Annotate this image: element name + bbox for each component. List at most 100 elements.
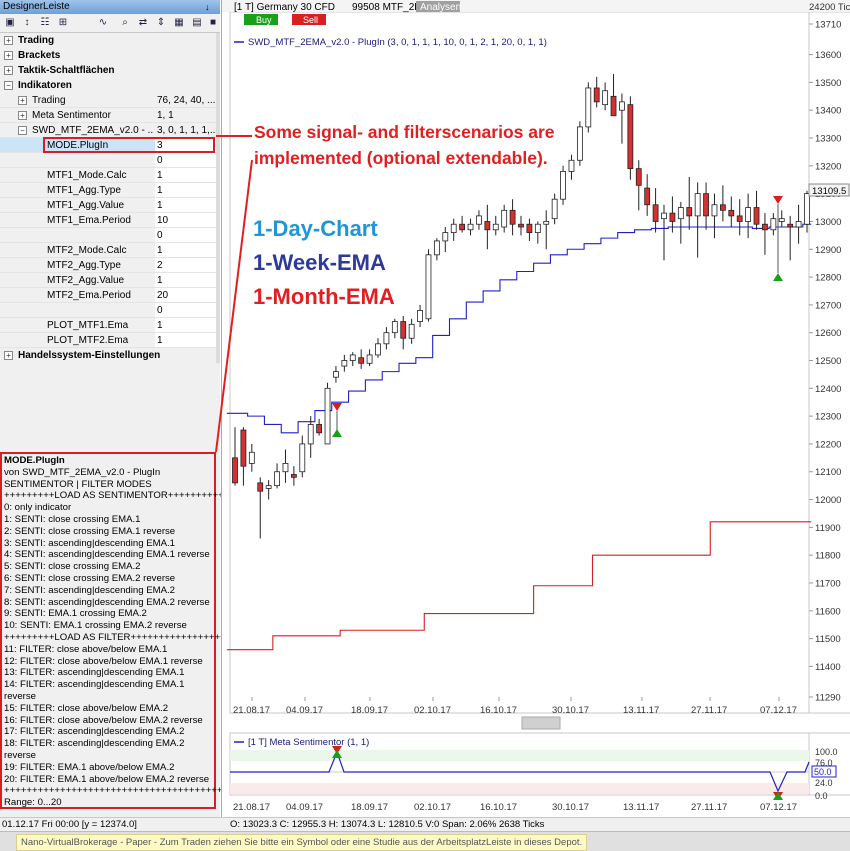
candle <box>366 354 373 364</box>
sub-zone-upper <box>230 750 809 761</box>
candle <box>560 170 566 200</box>
parameter-value[interactable]: 10 <box>155 213 216 228</box>
designer-toolbar: ▣ ↕ ☷ ⊞ ∿ ⌕ ⇄ ⇕ ▦ ▤ ■ <box>0 14 220 33</box>
parameter-value[interactable]: 0 <box>155 228 216 243</box>
parameter-value[interactable]: 1 <box>155 198 216 213</box>
parameter-label: MTF1_Agg.Value <box>47 200 125 211</box>
table-icon[interactable]: ▤ <box>190 16 204 30</box>
parameter-value[interactable]: 1 <box>155 168 216 183</box>
parameter-row[interactable]: 0 <box>0 153 216 168</box>
indicator-row[interactable]: + Trading 76, 24, 40, ... <box>0 93 216 108</box>
expand-icon[interactable]: + <box>4 36 13 45</box>
zoom-icon[interactable]: ⌕ <box>118 16 132 30</box>
candle <box>501 209 508 228</box>
parameter-value[interactable]: 1 <box>155 273 216 288</box>
y-tick-label: 11290 <box>815 693 841 704</box>
parameter-label <box>47 228 153 243</box>
x-tick-label: 07.12.17 <box>760 705 797 716</box>
description-line: 3: SENTI: ascending|descending EMA.1 <box>4 537 176 549</box>
parameter-row[interactable]: MTF2_Mode.Calc 1 <box>0 243 216 258</box>
category-row[interactable]: + Brackets <box>0 48 216 63</box>
indicator-icon[interactable]: ∿ <box>96 16 110 30</box>
parameter-label <box>47 153 153 168</box>
candle <box>728 209 735 217</box>
swap-icon[interactable]: ⇄ <box>136 16 150 30</box>
candle <box>551 198 558 220</box>
candle <box>593 87 600 103</box>
candle <box>290 474 297 478</box>
candle <box>492 223 499 231</box>
category-row[interactable]: + Taktik-Schaltflächen <box>0 63 216 78</box>
parameter-row[interactable]: MTF1_Mode.Calc 1 <box>0 168 216 183</box>
description-line: 12: FILTER: close above/below EMA.1 reve… <box>4 655 203 667</box>
view-icon[interactable]: ▦ <box>172 16 186 30</box>
parameter-description-box: MODE.PlugIn von SWD_MTF_2EMA_v2.0 - PlugI… <box>0 452 239 809</box>
parameter-row[interactable]: 0 <box>0 303 216 318</box>
property-grid-scrollbar[interactable] <box>216 33 220 363</box>
expand-icon[interactable]: + <box>4 51 13 60</box>
category-row[interactable]: + Handelssystem-Einstellungen <box>0 348 216 363</box>
y-tick-label: 12500 <box>815 356 841 367</box>
parameter-value[interactable]: 2 <box>155 258 216 273</box>
description-line: 5: SENTI: close crossing EMA.2 <box>4 561 141 573</box>
parameter-row[interactable]: MTF1_Agg.Value 1 <box>0 198 216 213</box>
candle <box>274 471 280 487</box>
candle <box>307 424 314 445</box>
candle <box>602 90 609 106</box>
parameter-row[interactable]: MTF2_Agg.Value 1 <box>0 273 216 288</box>
collapse-icon[interactable]: − <box>18 126 27 135</box>
expand-icon[interactable]: + <box>18 96 27 105</box>
expand-icon[interactable]: + <box>18 111 27 120</box>
last-price-label: 13109.5 <box>812 186 846 197</box>
parameter-value[interactable]: 1 <box>155 183 216 198</box>
parameter-row[interactable]: MTF2_Ema.Period 20 <box>0 288 216 303</box>
parameter-row[interactable]: PLOT_MTF1.Ema 1 <box>0 318 216 333</box>
property-grid: + Trading + Brackets + Taktik-Schaltflächen − I… <box>0 33 216 363</box>
candle <box>669 212 676 222</box>
parameter-row[interactable]: MTF1_Ema.Period 10 <box>0 213 216 228</box>
parameter-row[interactable]: MTF1_Agg.Type 1 <box>0 183 216 198</box>
parameter-row[interactable]: 0 <box>0 228 216 243</box>
y-tick-label: 12800 <box>815 273 841 284</box>
description-line: 17: FILTER: ascending|descending EMA.2 <box>4 726 185 738</box>
collapse-icon[interactable]: − <box>4 81 13 90</box>
candle <box>534 223 541 233</box>
indicator-row[interactable]: + Meta Sentimentor 1, 1 <box>0 108 216 123</box>
designer-icon[interactable]: ▣ <box>3 16 17 30</box>
expand-icon[interactable]: ⊞ <box>56 16 70 30</box>
indicator-value[interactable]: 1, 1 <box>155 108 216 123</box>
chart-scrollbar-thumb[interactable] <box>521 716 561 730</box>
grid-icon[interactable]: ☷ <box>38 16 52 30</box>
category-label: Trading <box>18 35 55 46</box>
indicator-value[interactable]: 76, 24, 40, ... <box>155 93 216 108</box>
annotation-month-ema: 1-Month-EMA <box>253 284 395 309</box>
category-row[interactable]: + Trading <box>0 33 216 48</box>
parameter-value[interactable]: 0 <box>155 303 216 318</box>
y-tick-label: 11600 <box>815 606 841 617</box>
expand-icon[interactable]: + <box>4 351 13 360</box>
description-line: 19: FILTER: EMA.1 above/below EMA.2 <box>4 761 175 773</box>
sort-icon[interactable]: ↕ <box>20 16 34 30</box>
candle <box>459 223 466 231</box>
parameter-value[interactable]: 20 <box>155 288 216 303</box>
description-line: 15: FILTER: close above/below EMA.2 <box>4 702 169 714</box>
pin-icon[interactable]: ↓ <box>205 0 215 14</box>
parameter-label: MTF2_Mode.Calc <box>47 245 127 256</box>
pin-icon[interactable]: ■ <box>206 16 220 30</box>
indicator-value[interactable]: 3, 0, 1, 1, 1,... <box>155 123 216 138</box>
arrows-icon[interactable]: ⇕ <box>154 16 168 30</box>
candle <box>703 193 709 217</box>
parameter-value[interactable]: 1 <box>155 333 216 348</box>
category-row[interactable]: − Indikatoren <box>0 78 216 93</box>
parameter-value[interactable]: 1 <box>155 318 216 333</box>
indicator-row[interactable]: − SWD_MTF_2EMA_v2.0 - ... 3, 0, 1, 1, 1,..… <box>0 123 216 138</box>
parameter-value[interactable]: 1 <box>155 243 216 258</box>
parameter-row[interactable]: MTF2_Agg.Type 2 <box>0 258 216 273</box>
parameter-value[interactable]: 0 <box>155 153 216 168</box>
y-tick-label: 13500 <box>815 78 841 89</box>
price-panel[interactable] <box>229 11 810 714</box>
expand-icon[interactable]: + <box>4 66 13 75</box>
parameter-row[interactable]: PLOT_MTF2.Ema 1 <box>0 333 216 348</box>
candle <box>408 323 415 339</box>
sub-x-tick-label: 02.10.17 <box>414 802 451 813</box>
